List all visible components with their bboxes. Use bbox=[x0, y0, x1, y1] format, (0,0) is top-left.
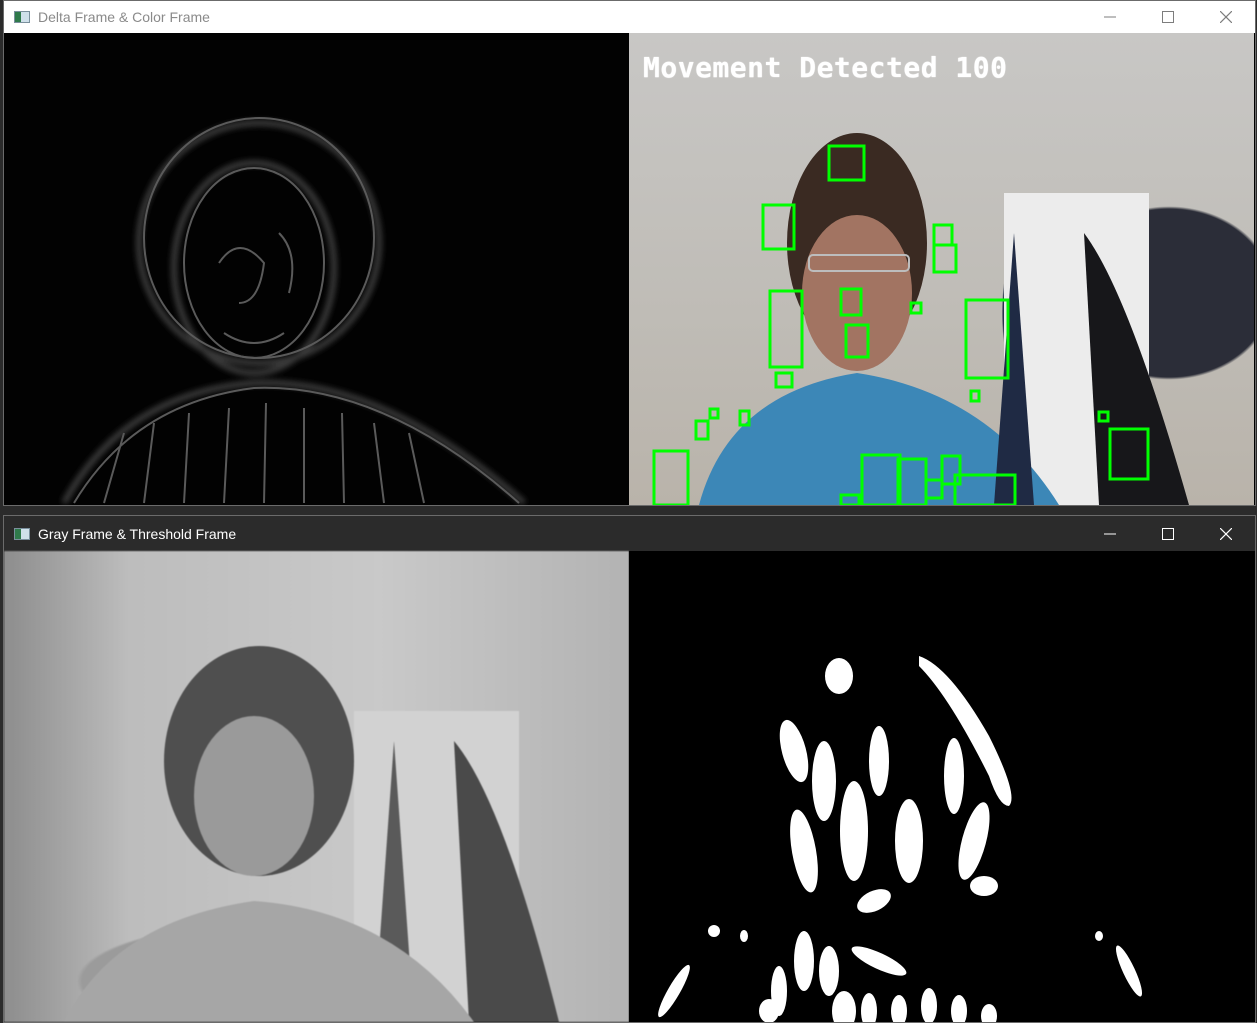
maximize-icon bbox=[1162, 527, 1174, 540]
delta-color-window[interactable]: Delta Frame & Color Frame Movement Detec… bbox=[3, 0, 1256, 506]
motion-box bbox=[932, 223, 954, 247]
motion-box bbox=[932, 243, 958, 274]
close-icon bbox=[1220, 11, 1232, 23]
motion-box bbox=[761, 203, 796, 251]
close-icon bbox=[1220, 527, 1232, 540]
movement-overlay-text: Movement Detected 100 bbox=[643, 51, 1008, 84]
maximize-button[interactable] bbox=[1139, 1, 1197, 33]
motion-box bbox=[1097, 410, 1110, 423]
close-button[interactable] bbox=[1197, 1, 1255, 33]
motion-box bbox=[1108, 427, 1150, 481]
motion-box bbox=[768, 289, 804, 369]
motion-box bbox=[839, 493, 861, 505]
motion-box bbox=[924, 478, 944, 500]
delta-frame bbox=[4, 33, 629, 505]
motion-box bbox=[774, 371, 794, 389]
motion-box bbox=[694, 419, 710, 441]
threshold-frame bbox=[629, 551, 1254, 1022]
minimize-icon bbox=[1104, 533, 1116, 534]
motion-box bbox=[708, 407, 720, 420]
motion-box bbox=[839, 287, 863, 317]
motion-box bbox=[896, 457, 928, 505]
motion-box bbox=[953, 473, 1017, 505]
motion-box bbox=[940, 454, 962, 486]
threshold-image bbox=[658, 656, 1143, 1022]
motion-box bbox=[860, 453, 902, 505]
title-bar[interactable]: Delta Frame & Color Frame bbox=[4, 1, 1255, 33]
title-bar[interactable]: Gray Frame & Threshold Frame bbox=[4, 516, 1255, 551]
gray-frame bbox=[4, 551, 629, 1022]
gray-image bbox=[64, 646, 559, 1022]
window-title: Gray Frame & Threshold Frame bbox=[38, 525, 237, 542]
motion-box bbox=[827, 144, 866, 182]
motion-boxes bbox=[652, 144, 1150, 505]
motion-box bbox=[844, 323, 870, 359]
motion-box bbox=[909, 301, 923, 315]
close-button[interactable] bbox=[1197, 516, 1255, 551]
maximize-icon bbox=[1162, 11, 1174, 23]
app-icon bbox=[14, 527, 30, 540]
minimize-button[interactable] bbox=[1081, 516, 1139, 551]
minimize-button[interactable] bbox=[1081, 1, 1139, 33]
motion-box bbox=[969, 389, 981, 403]
minimize-icon bbox=[1104, 16, 1116, 18]
color-frame: Movement Detected 100 bbox=[629, 33, 1254, 505]
gray-threshold-window[interactable]: Gray Frame & Threshold Frame bbox=[3, 515, 1256, 1023]
motion-box bbox=[738, 409, 751, 427]
motion-box bbox=[652, 449, 690, 505]
maximize-button[interactable] bbox=[1139, 516, 1197, 551]
motion-box bbox=[964, 298, 1010, 380]
window-title: Delta Frame & Color Frame bbox=[38, 9, 210, 25]
delta-image bbox=[61, 117, 526, 505]
app-icon bbox=[14, 11, 30, 23]
